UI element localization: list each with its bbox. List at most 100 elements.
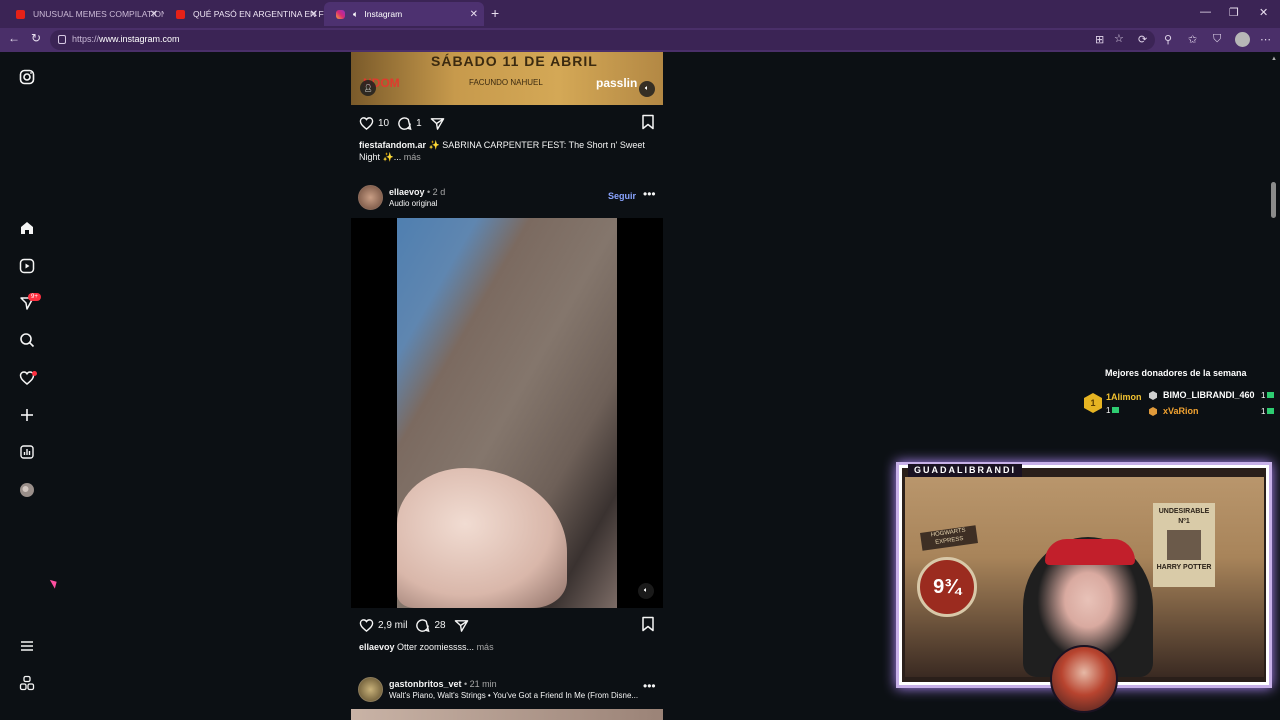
profile-icon[interactable]: [18, 481, 36, 499]
instagram-icon: [336, 9, 345, 19]
close-icon[interactable]: ✕: [310, 9, 318, 20]
address-bar: ← ↻ https://www.instagram.com ⊞ ☆ ⟳ ⚲ ✩ …: [0, 28, 1280, 52]
favorites-icon[interactable]: ✩: [1188, 33, 1197, 46]
reels-icon[interactable]: [18, 257, 36, 275]
mute-icon[interactable]: 🔈︎: [639, 81, 655, 97]
follow-button[interactable]: Seguir: [608, 191, 636, 201]
also-from-meta-icon[interactable]: [18, 674, 36, 692]
url-field[interactable]: https://www.instagram.com ⊞ ☆: [50, 30, 1155, 50]
gem-icon: [1267, 392, 1275, 398]
banner-headline: SÁBADO 11 DE ABRIL: [431, 53, 598, 69]
donors-title: Mejores donadores de la semana: [1105, 368, 1247, 378]
tab-title: QUÉ PASÓ EN ARGENTINA EN FEB: [193, 9, 324, 19]
scroll-up-icon[interactable]: ▲: [1271, 56, 1277, 62]
audio-label[interactable]: Audio original: [389, 199, 437, 208]
close-icon[interactable]: ✕: [150, 9, 158, 20]
close-window-icon[interactable]: ✕: [1259, 6, 1268, 19]
search-icon[interactable]: [18, 331, 36, 349]
comment-icon[interactable]: [415, 618, 431, 633]
post-media[interactable]: SÁBADO 11 DE ABRIL NDOM FACUNDO NAHUEL p…: [351, 52, 663, 105]
banner-brand-right: passlin: [596, 76, 638, 90]
wanted-poster: UNDESIRABLE Nº1 HARRY POTTER: [1153, 503, 1215, 587]
poster-face: [1167, 530, 1201, 560]
youtube-icon: [176, 9, 185, 19]
scrollbar-thumb[interactable]: [1271, 182, 1276, 218]
create-plus-icon[interactable]: [18, 406, 36, 424]
tab-youtube-argentina[interactable]: QUÉ PASÓ EN ARGENTINA EN FEB ✕: [164, 3, 324, 25]
extensions-icon[interactable]: ⟳: [1138, 33, 1147, 46]
comment-count[interactable]: 1: [416, 118, 422, 129]
like-icon[interactable]: [359, 116, 374, 131]
profile-avatar[interactable]: [1235, 32, 1250, 47]
reload-icon[interactable]: ↻: [31, 31, 41, 45]
comment-icon[interactable]: [397, 116, 412, 131]
avatar[interactable]: [358, 677, 383, 702]
favorite-star-icon[interactable]: ☆: [1114, 32, 1124, 45]
tab-title: Instagram: [364, 9, 403, 19]
post-username[interactable]: ellaevoy • 2 d: [389, 187, 445, 197]
more-options-icon[interactable]: •••: [643, 187, 656, 201]
video-frame: [397, 218, 617, 608]
instagram-sidebar: [0, 52, 52, 720]
tagged-user-icon[interactable]: 👤︎: [360, 80, 376, 96]
youtube-icon: [16, 9, 25, 19]
home-icon[interactable]: [18, 219, 36, 237]
post-media[interactable]: [351, 709, 663, 720]
instagram-logo-icon[interactable]: [18, 68, 36, 86]
dashboard-icon[interactable]: [18, 443, 36, 461]
avatar[interactable]: [358, 185, 383, 210]
post-header: gastonbritos_vet • 21 min Walt's Piano, …: [358, 677, 663, 703]
like-icon[interactable]: [359, 618, 374, 633]
browser-essentials-icon[interactable]: ⛉: [1213, 33, 1221, 46]
split-screen-icon[interactable]: ⚲: [1164, 33, 1172, 46]
share-icon[interactable]: [454, 618, 469, 633]
save-bookmark-icon[interactable]: [641, 616, 655, 632]
caption-username[interactable]: fiestafandom.ar: [359, 140, 426, 150]
post-username[interactable]: gastonbritos_vet • 21 min: [389, 679, 497, 689]
post-caption: ellaevoy Otter zoomiessss... más: [359, 641, 649, 653]
post-caption: fiestafandom.ar ✨ SABRINA CARPENTER FEST…: [359, 139, 649, 163]
site-info-icon[interactable]: [58, 35, 66, 44]
caption-text: Otter zoomiessss...: [394, 642, 475, 652]
speaker-icon[interactable]: 🔈︎: [353, 9, 358, 20]
hand-in-video: [397, 468, 567, 608]
tab-instagram[interactable]: 🔈︎ Instagram ✕: [324, 2, 484, 26]
close-icon[interactable]: ✕: [470, 9, 478, 20]
donor-count: 1: [1106, 406, 1120, 415]
like-count[interactable]: 2,9 mil: [378, 620, 407, 631]
more-options-icon[interactable]: •••: [643, 679, 656, 693]
silver-hex-icon: [1149, 391, 1157, 400]
restore-icon[interactable]: ❐: [1229, 6, 1239, 19]
banner-subtitle: FACUNDO NAHUEL: [469, 78, 543, 87]
like-count[interactable]: 10: [378, 118, 389, 129]
tab-title: UNUSUAL MEMES COMPILATION: [33, 9, 164, 19]
bronze-hex-icon: [1149, 407, 1157, 416]
audio-label[interactable]: Walt's Piano, Walt's Strings • You've Go…: [389, 691, 638, 700]
caption-username[interactable]: ellaevoy: [359, 642, 395, 652]
donor-count: 1: [1261, 407, 1275, 416]
post-actions: 2,9 mil 28: [359, 616, 473, 634]
more-menu-icon[interactable]: [18, 637, 36, 655]
notifications-badge: 9+: [28, 293, 41, 301]
share-icon[interactable]: [430, 116, 445, 131]
new-tab-icon[interactable]: +: [491, 5, 499, 21]
bandana: [1045, 539, 1135, 565]
channel-name: GUADALIBRANDI: [908, 464, 1022, 477]
donor-name: 1Alimon: [1106, 392, 1142, 402]
top-donors-widget: Mejores donadores de la semana 1 1Alimon…: [1078, 364, 1280, 422]
url-text[interactable]: https://www.instagram.com: [72, 34, 180, 44]
minimize-icon[interactable]: —: [1200, 6, 1211, 18]
rank-coin-icon: 1: [1084, 393, 1102, 413]
comment-count[interactable]: 28: [434, 620, 445, 631]
post-header: ellaevoy • 2 d Audio original Seguir •••: [358, 185, 663, 211]
app-available-icon[interactable]: ⊞: [1095, 33, 1104, 46]
back-icon[interactable]: ←: [8, 31, 20, 45]
caption-more-link[interactable]: más: [401, 152, 421, 162]
save-bookmark-icon[interactable]: [641, 114, 655, 130]
mute-icon[interactable]: 🔈︎: [638, 583, 654, 599]
caption-more-link[interactable]: más: [474, 642, 494, 652]
post-video[interactable]: 🔈︎: [351, 218, 663, 608]
donor-name: BIMO_LIBRANDI_460: [1163, 390, 1255, 400]
tab-youtube-memes[interactable]: UNUSUAL MEMES COMPILATION ✕: [4, 3, 164, 25]
settings-more-icon[interactable]: ⋯: [1260, 33, 1271, 46]
